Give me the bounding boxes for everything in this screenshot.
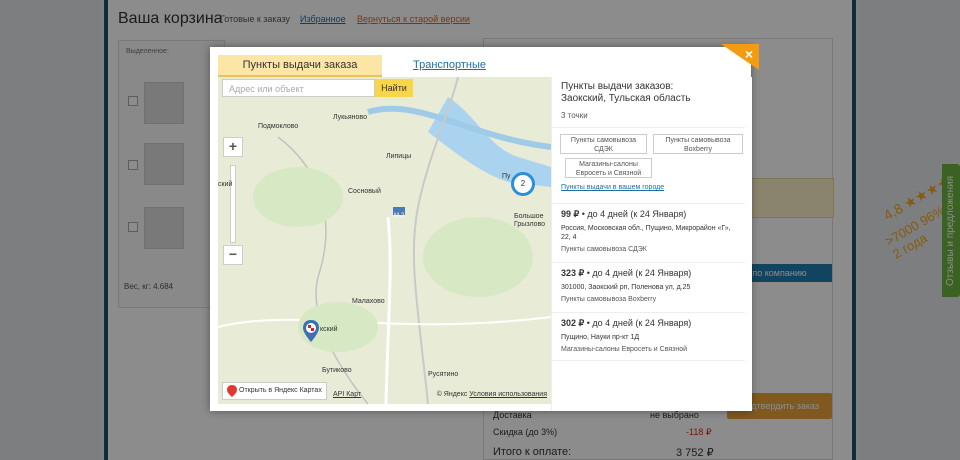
pickup-item[interactable]: 323 ₽ • до 4 дней (к 24 Января) 301000, … [561, 268, 741, 303]
map-label: Подмоклово [258, 123, 299, 130]
pickup-panel: Пункты выдачи заказов: Заокский, Тульска… [551, 77, 752, 411]
map-label: Пу [502, 173, 511, 180]
city-pickup-link[interactable]: Пункты выдачи в вашем городе [561, 184, 664, 191]
map-label: Липицы [386, 153, 412, 160]
map-view[interactable]: Адрес или объект Найти + − Подмоклово Лу… [218, 77, 551, 404]
map-find-button[interactable]: Найти [375, 79, 413, 97]
item-price: 323 ₽ [561, 268, 585, 278]
map-label: Малахово [352, 298, 385, 305]
map-label: Сосновый [348, 188, 381, 195]
map-label: Большое Грызлово [514, 213, 546, 228]
divider [552, 262, 745, 263]
close-icon: × [744, 46, 753, 62]
item-address: 301000, Заокский рп, Поленова ул, д.25 [561, 284, 691, 291]
highway-label: М-2 [394, 213, 405, 219]
copyright-text: © Яндекс [436, 391, 468, 398]
open-yandex-label: Открыть в Яндекс Картах [239, 387, 322, 394]
pickup-modal: Пункты выдачи заказа Транспортные компан… [210, 44, 759, 411]
divider [552, 360, 745, 361]
map-label: Бутиково [322, 367, 352, 374]
item-term: • до 4 дней (к 24 Января) [584, 268, 692, 278]
pickup-item[interactable]: 302 ₽ • до 4 дней (к 24 Января) Пущино, … [561, 318, 741, 353]
open-yandex-maps-button[interactable]: Открыть в Яндекс Картах [222, 382, 327, 400]
item-term: • до 4 дней (к 24 Января) [579, 209, 687, 219]
item-address: Россия, Московская обл., Пущино, Микрора… [561, 225, 731, 241]
divider [552, 127, 745, 128]
item-price: 99 ₽ [561, 209, 580, 219]
location-pin-icon [227, 385, 237, 397]
item-type: Пункты самовывоза Boxberry [561, 296, 657, 303]
item-type: Магазины-салоны Евросеть и Связной [561, 346, 688, 353]
close-corner-shape [721, 44, 759, 70]
panel-region: Заокский, Тульская область [561, 93, 691, 104]
tab-pickup-points[interactable]: Пункты выдачи заказа [218, 55, 382, 77]
zoom-in-button[interactable]: + [223, 137, 243, 157]
map-label: кский [320, 326, 338, 333]
map-label: Лукьяново [333, 114, 367, 121]
item-address: Пущино, Науки пр-кт 1Д [561, 334, 640, 341]
map-label: Русятино [428, 371, 459, 378]
map-search-input[interactable]: Адрес или объект [222, 79, 375, 97]
map-cluster-marker[interactable]: 2 [511, 172, 535, 196]
divider [552, 203, 745, 204]
pickup-item[interactable]: 99 ₽ • до 4 дней (к 24 Января) Россия, М… [561, 209, 741, 253]
filter-euroset-button[interactable]: Магазины-салоны Евросеть и Связной [565, 158, 652, 178]
map-label: ский [218, 181, 233, 188]
zoom-slider[interactable] [230, 165, 236, 243]
item-type: Пункты самовывоза СДЭК [561, 246, 647, 253]
filter-cdek-button[interactable]: Пункты самовывоза СДЭК [560, 134, 647, 154]
api-maps-link[interactable]: API Карт [333, 391, 361, 398]
filter-boxberry-button[interactable]: Пункты самовывоза Boxberry [653, 134, 743, 154]
map-pin-icon[interactable] [303, 320, 319, 345]
tab-transport-companies[interactable]: Транспортные компании [413, 55, 486, 91]
pin-shape [303, 320, 319, 342]
panel-title: Пункты выдачи заказов: Заокский, Тульска… [561, 81, 691, 105]
zoom-out-button[interactable]: − [223, 245, 243, 265]
terms-link[interactable]: Условия использования [469, 391, 547, 398]
close-button[interactable]: × [721, 44, 759, 70]
item-price: 302 ₽ [561, 318, 585, 328]
points-count: 3 точки [561, 111, 588, 120]
panel-title-text: Пункты выдачи заказов: [561, 81, 674, 92]
divider [552, 312, 745, 313]
item-term: • до 4 дней (к 24 Января) [584, 318, 692, 328]
map-copyright: © Яндекс Условия использования [437, 391, 547, 398]
